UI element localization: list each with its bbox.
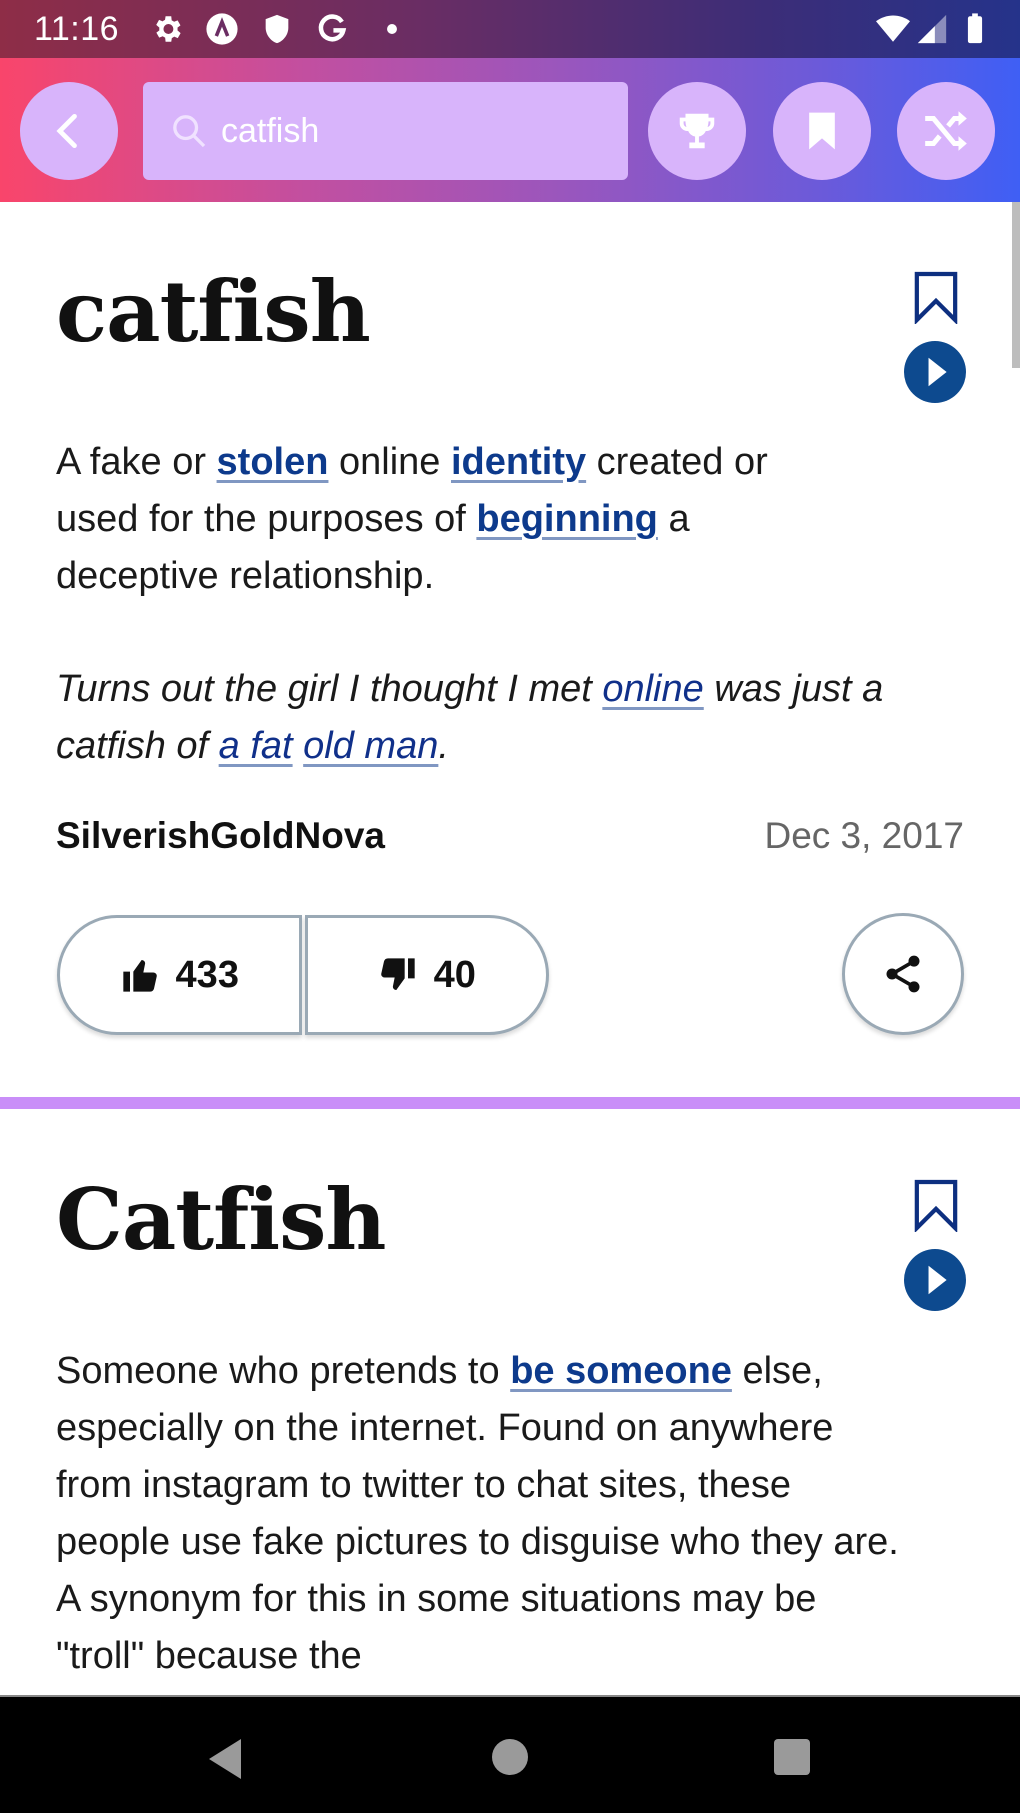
random-button[interactable] (897, 82, 995, 180)
nav-back-icon[interactable] (205, 1737, 245, 1781)
trophy-button[interactable] (648, 82, 746, 180)
play-audio-button[interactable] (904, 1249, 966, 1311)
term-link[interactable]: a fat (219, 725, 293, 767)
nav-recents-icon[interactable] (772, 1737, 812, 1777)
entry-word: Catfish (56, 1170, 386, 1269)
google-icon (318, 14, 347, 42)
saved-button[interactable] (773, 82, 871, 180)
entry-author[interactable]: SilverishGoldNova (56, 815, 385, 857)
entry-definition: Someone who pretends to be someone else,… (56, 1343, 906, 1685)
text-run: A fake or (56, 441, 217, 483)
term-link[interactable]: old man (303, 725, 438, 767)
search-icon (173, 115, 206, 148)
entry-date: Dec 3, 2017 (764, 815, 964, 856)
scrollbar[interactable] (1012, 202, 1020, 368)
trophy-icon (679, 113, 715, 149)
wifi-icon (876, 15, 910, 42)
settings-icon (156, 16, 181, 42)
share-button[interactable] (842, 913, 964, 1035)
entry-definition: A fake or stolen online identity created… (56, 434, 856, 605)
vote-group: 433 40 (57, 915, 549, 1035)
thumbs-up-icon (122, 959, 157, 992)
status-bar: 11:16 (0, 0, 1020, 58)
status-time: 11:16 (34, 10, 120, 48)
downvote-button[interactable]: 40 (304, 915, 549, 1035)
thumbs-down-icon (380, 958, 415, 991)
entry-bookmark-button[interactable] (913, 270, 959, 324)
dot-icon (387, 24, 397, 34)
text-run: Someone who pretends to (56, 1350, 511, 1392)
term-link[interactable]: stolen (217, 441, 329, 483)
text-run: online (328, 441, 451, 483)
shield-icon (265, 14, 289, 44)
text-run: Turns out the girl I thought I met (56, 668, 603, 710)
downvote-count: 40 (433, 953, 476, 996)
entry-word: catfish (56, 262, 371, 361)
term-link[interactable]: identity (451, 441, 586, 483)
app-a-icon (206, 13, 238, 45)
search-input[interactable]: catfish (143, 82, 628, 180)
search-value[interactable]: catfish (221, 112, 319, 151)
signal-icon (917, 14, 947, 44)
text-run: . (438, 725, 449, 767)
play-audio-button[interactable] (904, 341, 966, 403)
shuffle-icon (925, 111, 967, 151)
nav-home-icon[interactable] (490, 1737, 530, 1777)
share-icon (886, 955, 920, 993)
entry-bookmark-button[interactable] (913, 1178, 959, 1232)
text-run: else, especially on the internet. Found … (56, 1350, 899, 1677)
bookmark-icon (809, 112, 835, 150)
chevron-left-icon (56, 113, 77, 149)
entry-example: Turns out the girl I thought I met onlin… (56, 661, 916, 775)
upvote-count: 433 (175, 953, 239, 996)
text-run (293, 725, 304, 767)
system-nav-bar (0, 1695, 1020, 1813)
entry-divider (0, 1097, 1020, 1109)
term-link[interactable]: beginning (476, 498, 658, 540)
battery-icon (967, 13, 983, 44)
term-link[interactable]: be someone (510, 1350, 732, 1392)
upvote-button[interactable]: 433 (57, 915, 302, 1035)
term-link[interactable]: online (602, 668, 703, 710)
back-button[interactable] (20, 82, 118, 180)
app-header: catfish (0, 58, 1020, 202)
